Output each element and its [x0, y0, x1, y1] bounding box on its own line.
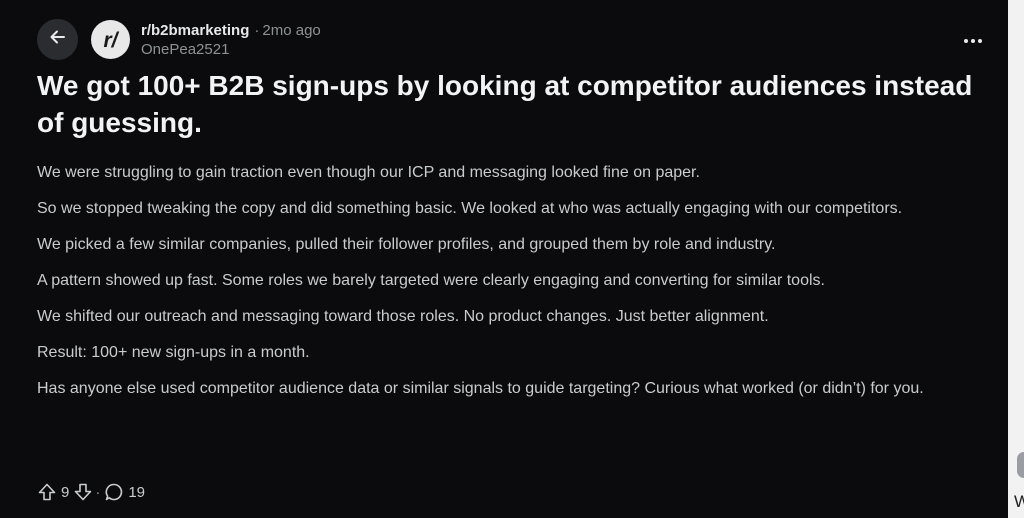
comment-bubble-icon [105, 483, 123, 501]
back-button[interactable] [37, 19, 78, 60]
scrollbar-thumb[interactable] [1017, 452, 1024, 478]
downvote-button[interactable] [73, 482, 93, 502]
more-options-button[interactable] [957, 28, 989, 52]
upvote-arrow-icon [38, 483, 56, 501]
subreddit-link[interactable]: r/b2bmarketing [141, 22, 249, 39]
post-paragraph: We shifted our outreach and messaging to… [37, 308, 769, 325]
post-paragraph: We picked a few similar companies, pulle… [37, 236, 776, 253]
vote-count: 9 [61, 483, 70, 501]
post-action-bar: 9 · 19 [37, 480, 149, 504]
post-paragraph: Has anyone else used competitor audience… [37, 380, 924, 397]
meta-separator: · [254, 22, 260, 39]
post-body: We were struggling to gain traction even… [37, 160, 982, 412]
more-horizontal-icon [963, 31, 983, 49]
downvote-arrow-icon [75, 483, 92, 501]
comments-button[interactable] [104, 482, 124, 502]
side-panel-letter: W [1014, 492, 1024, 511]
arrow-left-icon [48, 27, 68, 52]
post-meta: r/b2bmarketing · 2mo ago OnePea2521 [141, 21, 321, 59]
post-paragraph: So we stopped tweaking the copy and did … [37, 200, 903, 217]
author-link[interactable]: OnePea2521 [141, 40, 321, 59]
subreddit-line: r/b2bmarketing · 2mo ago [141, 21, 321, 40]
post-age: 2mo ago [262, 22, 321, 39]
post-title: We got 100+ B2B sign-ups by looking at c… [37, 70, 973, 138]
post-paragraph: Result: 100+ new sign-ups in a month. [37, 344, 310, 361]
action-separator: · [95, 483, 101, 501]
svg-text:r/: r/ [103, 29, 119, 52]
side-panel-edge [1008, 0, 1024, 518]
post-paragraph: We were struggling to gain traction even… [37, 164, 700, 181]
subreddit-logo-icon: r/ [103, 29, 119, 52]
comment-count: 19 [128, 483, 146, 501]
post-page: r/ r/b2bmarketing · 2mo ago OnePea2521 We … [0, 0, 1024, 518]
post-paragraph: A pattern showed up fast. Some roles we … [37, 272, 825, 289]
upvote-button[interactable] [37, 482, 57, 502]
subreddit-avatar[interactable]: r/ [91, 20, 130, 59]
